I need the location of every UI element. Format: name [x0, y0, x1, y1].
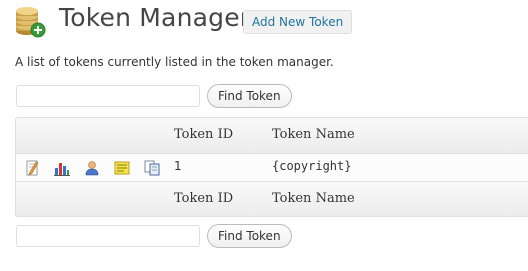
copy-icon[interactable]: [144, 160, 160, 176]
token-id-cell: 1: [174, 159, 182, 173]
column-header-token-id[interactable]: Token ID: [174, 127, 233, 142]
edit-icon[interactable]: [24, 160, 40, 176]
page-description: A list of tokens currently listed in the…: [15, 55, 334, 69]
table-row: 1 {copyright}: [16, 154, 528, 181]
stats-icon[interactable]: [54, 160, 70, 176]
search-input-top[interactable]: [16, 85, 200, 107]
add-new-token-button[interactable]: Add New Token: [243, 10, 353, 34]
token-table: Token ID Token Name 1 {copyright} Token …: [15, 117, 528, 217]
note-icon[interactable]: [114, 160, 130, 176]
find-token-button-top[interactable]: Find Token: [207, 84, 292, 108]
column-footer-token-id[interactable]: Token ID: [174, 191, 233, 206]
user-icon[interactable]: [84, 160, 100, 176]
search-input-bottom[interactable]: [16, 225, 200, 247]
page-title: Token Manager: [59, 3, 251, 32]
table-footer: Token ID Token Name: [16, 181, 528, 216]
table-header: Token ID Token Name: [16, 118, 528, 154]
token-name-cell: {copyright}: [272, 159, 352, 173]
find-token-button-bottom[interactable]: Find Token: [207, 224, 292, 248]
column-header-token-name[interactable]: Token Name: [272, 127, 355, 142]
column-footer-token-name[interactable]: Token Name: [272, 191, 355, 206]
coins-add-icon: [16, 7, 46, 38]
